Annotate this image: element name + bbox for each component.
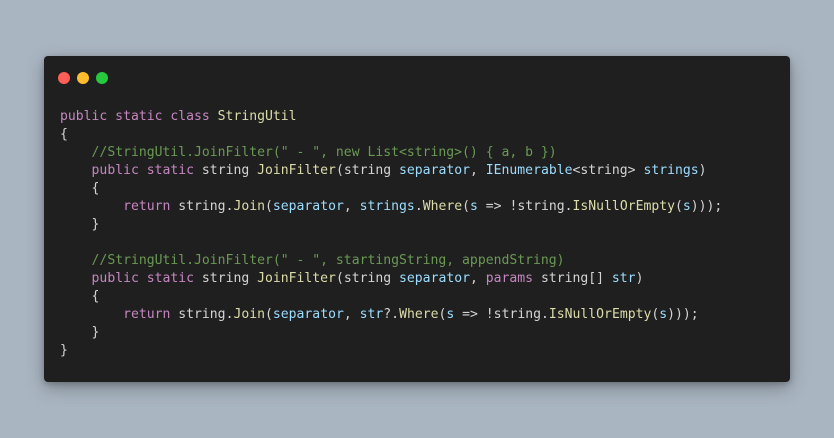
- code-token-func: Join: [233, 307, 265, 322]
- code-token-keyword: public static: [91, 271, 202, 286]
- code-token-comment: //StringUtil.JoinFilter(" - ", startingS…: [91, 253, 565, 268]
- code-token-plain: string: [201, 271, 258, 286]
- code-block: public static class StringUtil{ //String…: [60, 108, 722, 360]
- code-token-plain: string: [201, 163, 258, 178]
- code-token-plain: ?.: [383, 307, 400, 322]
- code-token-plain: ,: [343, 307, 360, 322]
- code-token-func: IsNullOrEmpty: [548, 307, 652, 322]
- code-token-comment: //StringUtil.JoinFilter(" - ", new List<…: [91, 145, 557, 160]
- code-token-param: s: [659, 307, 668, 322]
- code-token-plain: <string>: [572, 163, 644, 178]
- window-controls: [58, 72, 108, 84]
- code-token-plain: string[]: [540, 271, 612, 286]
- code-token-plain: )));: [690, 199, 723, 214]
- code-line: {: [60, 126, 722, 144]
- code-token-func: JoinFilter: [257, 271, 336, 286]
- code-token-plain: {: [60, 181, 100, 196]
- code-token-plain: (: [265, 307, 273, 322]
- code-token-plain: }: [60, 325, 100, 340]
- minimize-dot-icon[interactable]: [77, 72, 89, 84]
- code-token-param: separator: [399, 271, 470, 286]
- code-line: {: [60, 180, 722, 198]
- code-token-plain: ,: [469, 271, 486, 286]
- code-token-param: separator: [399, 163, 470, 178]
- code-token-plain: ,: [343, 199, 360, 214]
- code-token-plain: ): [635, 271, 644, 286]
- code-token-plain: {: [60, 127, 68, 142]
- code-token-func: JoinFilter: [257, 163, 336, 178]
- code-line: return string.Join(separator, strings.Wh…: [60, 198, 722, 216]
- code-line: public static string JoinFilter(string s…: [60, 270, 722, 288]
- code-token-plain: (: [265, 199, 273, 214]
- code-line: }: [60, 216, 722, 234]
- code-token-plain: ): [698, 163, 707, 178]
- code-token-func: Join: [233, 199, 265, 214]
- code-token-param: str: [611, 271, 636, 286]
- code-token-param: separator: [272, 199, 344, 214]
- code-token-plain: .: [414, 199, 423, 214]
- code-token-plain: => !string.: [477, 199, 573, 214]
- code-token-param: str: [359, 307, 384, 322]
- code-token-plain: }: [60, 343, 68, 358]
- code-line: return string.Join(separator, str?.Where…: [60, 306, 722, 324]
- code-token-plain: (: [675, 199, 683, 214]
- code-token-param: strings: [359, 199, 415, 214]
- code-line: }: [60, 342, 722, 360]
- code-token-keyword: params: [485, 271, 541, 286]
- code-token-plain: {: [60, 289, 100, 304]
- code-line: //StringUtil.JoinFilter(" - ", startingS…: [60, 252, 722, 270]
- code-token-type: StringUtil: [217, 109, 297, 124]
- code-line: public static string JoinFilter(string s…: [60, 162, 722, 180]
- code-token-keyword: return: [123, 307, 179, 322]
- code-token-plain: ,: [469, 163, 486, 178]
- code-line: {: [60, 288, 722, 306]
- close-dot-icon[interactable]: [58, 72, 70, 84]
- code-token-param: strings: [643, 163, 699, 178]
- code-token-plain: => !string.: [454, 307, 549, 322]
- code-token-plain: )));: [667, 307, 699, 322]
- code-token-param: s: [470, 199, 478, 214]
- code-token-func: Where: [399, 307, 439, 322]
- code-token-plain: string.: [178, 199, 234, 214]
- code-token-param: s: [682, 199, 691, 214]
- code-token-keyword: public static class: [60, 109, 218, 124]
- code-token-param: separator: [272, 307, 344, 322]
- code-line: }: [60, 324, 722, 342]
- code-token-func: Where: [422, 199, 463, 214]
- code-token-plain: (string: [335, 271, 400, 286]
- code-window: public static class StringUtil{ //String…: [44, 56, 790, 382]
- code-line: //StringUtil.JoinFilter(" - ", new List<…: [60, 144, 722, 162]
- code-token-func: IsNullOrEmpty: [572, 199, 675, 214]
- code-token-keyword: public static: [91, 163, 202, 178]
- code-token-iface: IEnumerable: [485, 163, 573, 178]
- maximize-dot-icon[interactable]: [96, 72, 108, 84]
- code-token-plain: (: [462, 199, 471, 214]
- code-token-plain: string.: [178, 307, 234, 322]
- code-line: public static class StringUtil: [60, 108, 722, 126]
- code-token-plain: (string: [335, 163, 400, 178]
- code-token-plain: }: [60, 217, 100, 232]
- code-token-keyword: return: [123, 199, 179, 214]
